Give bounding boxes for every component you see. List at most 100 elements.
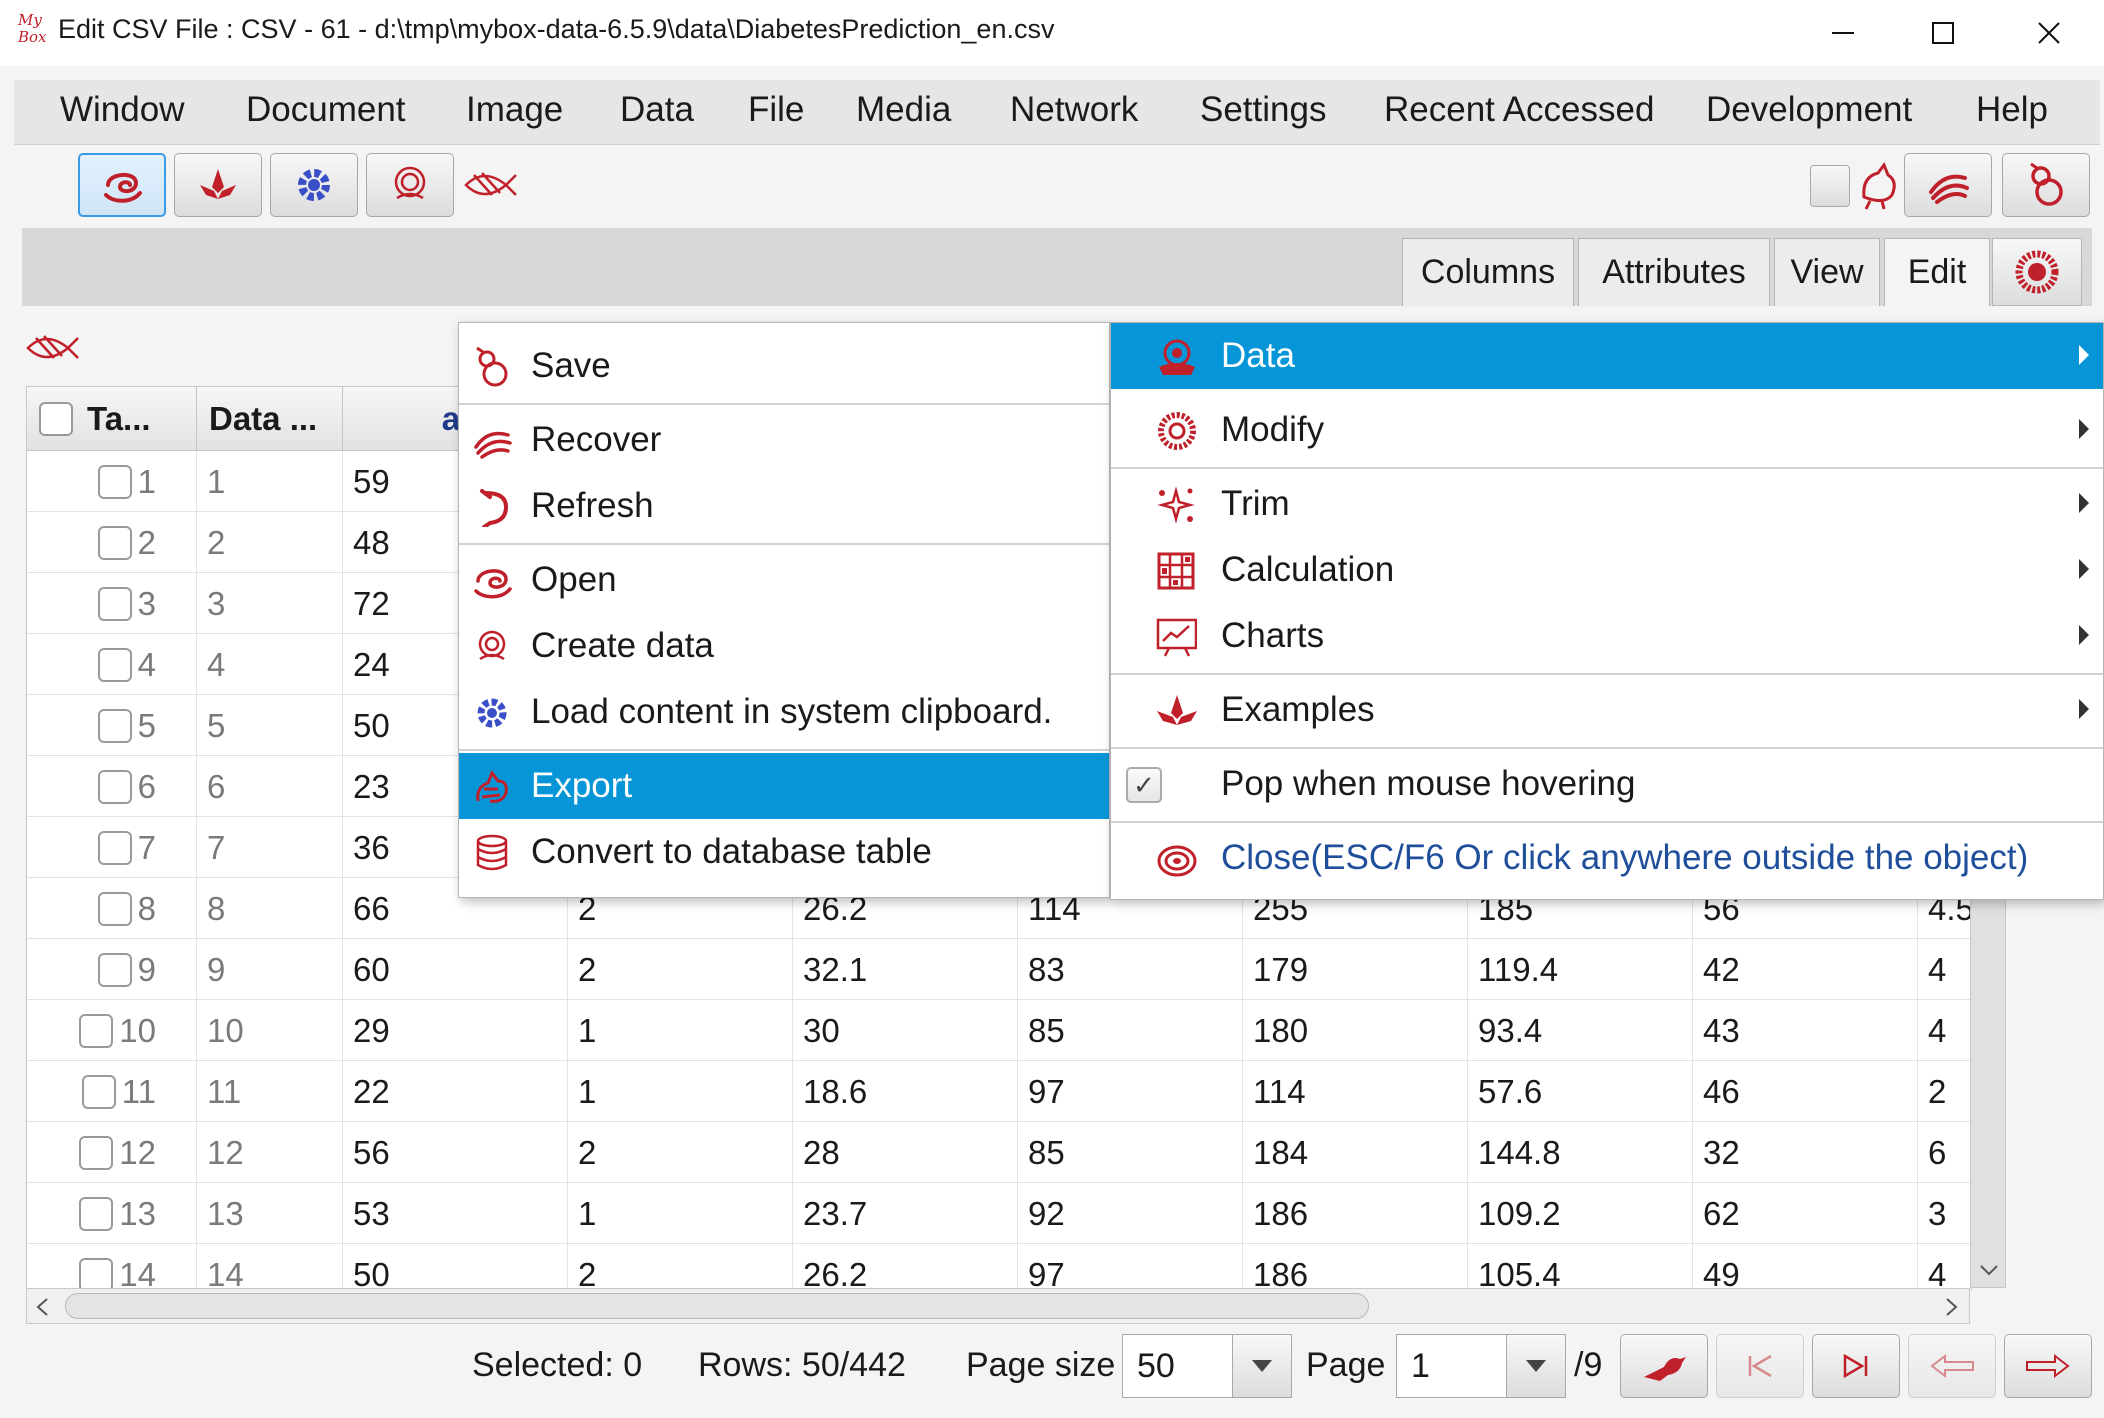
table-cell[interactable]: 2	[568, 1244, 793, 1289]
table-cell[interactable]: 109.2	[1468, 1183, 1693, 1244]
table-cell[interactable]: 46	[1693, 1061, 1918, 1122]
row-index-cell[interactable]: 7	[27, 817, 197, 878]
table-row[interactable]: 14 14 50 2 26.2 97 186 105.4 49 4	[27, 1244, 1971, 1290]
table-cell[interactable]: 50	[343, 1244, 568, 1289]
table-cell[interactable]: 7	[197, 817, 343, 878]
table-cell[interactable]: 53	[343, 1183, 568, 1244]
table-cell[interactable]: 10	[197, 1000, 343, 1061]
menu-item-create-data[interactable]: Create data	[459, 613, 1109, 679]
table-cell[interactable]: 186	[1243, 1244, 1468, 1289]
table-cell[interactable]: 49	[1693, 1244, 1918, 1289]
page-number-select[interactable]: 1	[1396, 1334, 1508, 1398]
row-index-cell[interactable]: 5	[27, 695, 197, 756]
scrollbar-thumb[interactable]	[65, 1293, 1369, 1319]
table-row[interactable]: 9 9 60 2 32.1 83 179 119.4 42 4	[27, 939, 1971, 1000]
menu-settings[interactable]: Settings	[1200, 90, 1326, 130]
chevron-down-icon[interactable]	[1979, 1263, 1999, 1277]
table-cell[interactable]: 85	[1018, 1122, 1243, 1183]
checkbox-icon[interactable]: ✓	[1123, 764, 1165, 806]
row-index-cell[interactable]: 1	[27, 451, 197, 512]
next-page-button[interactable]	[2004, 1334, 2092, 1398]
menu-development[interactable]: Development	[1706, 90, 1912, 130]
tab-columns[interactable]: Columns	[1402, 238, 1574, 306]
table-cell[interactable]: 30	[793, 1000, 1018, 1061]
table-row[interactable]: 13 13 53 1 23.7 92 186 109.2 62 3	[27, 1183, 1971, 1244]
table-cell[interactable]: 3	[1918, 1183, 1971, 1244]
maximize-button[interactable]	[1898, 8, 1988, 58]
table-cell[interactable]: 2	[568, 1122, 793, 1183]
table-cell[interactable]: 6	[197, 756, 343, 817]
menu-recent[interactable]: Recent Accessed	[1384, 90, 1654, 130]
submenu-item-calculation[interactable]: Calculation	[1111, 537, 2103, 603]
menu-item-recover[interactable]: Recover	[459, 407, 1109, 473]
table-cell[interactable]: 3	[197, 573, 343, 634]
tab-attributes[interactable]: Attributes	[1578, 238, 1770, 306]
row-checkbox[interactable]	[97, 891, 132, 926]
table-cell[interactable]: 1	[568, 1000, 793, 1061]
submenu-item-examples[interactable]: Examples	[1111, 677, 2103, 743]
menu-item-save[interactable]: Save	[459, 333, 1109, 399]
row-index-cell[interactable]: 11	[27, 1061, 197, 1122]
table-cell[interactable]: 13	[197, 1183, 343, 1244]
table-cell[interactable]: 93.4	[1468, 1000, 1693, 1061]
table-cell[interactable]: 18.6	[793, 1061, 1018, 1122]
horizontal-scrollbar[interactable]	[26, 1288, 1970, 1324]
table-cell[interactable]: 180	[1243, 1000, 1468, 1061]
row-checkbox[interactable]	[97, 830, 132, 865]
table-cell[interactable]: 26.2	[793, 1244, 1018, 1289]
column-header-data-row[interactable]: Data ...	[197, 387, 343, 451]
menu-item-load-clipboard[interactable]: Load content in system clipboard.	[459, 679, 1109, 745]
table-cell[interactable]: 2	[197, 512, 343, 573]
table-cell[interactable]: 11	[197, 1061, 343, 1122]
fish-icon[interactable]	[24, 326, 80, 375]
table-cell[interactable]: 42	[1693, 939, 1918, 1000]
fish-icon[interactable]	[462, 165, 518, 210]
menu-item-open[interactable]: Open	[459, 547, 1109, 613]
menu-media[interactable]: Media	[856, 90, 951, 130]
table-cell[interactable]: 114	[1243, 1061, 1468, 1122]
menu-image[interactable]: Image	[466, 90, 563, 130]
table-row[interactable]: 10 10 29 1 30 85 180 93.4 43 4	[27, 1000, 1971, 1061]
table-cell[interactable]: 32	[1693, 1122, 1918, 1183]
toolbar-examples-button[interactable]	[174, 153, 262, 217]
table-cell[interactable]: 14	[197, 1244, 343, 1289]
table-cell[interactable]: 60	[343, 939, 568, 1000]
table-cell[interactable]: 1	[568, 1061, 793, 1122]
table-cell[interactable]: 144.8	[1468, 1122, 1693, 1183]
previous-page-button[interactable]	[1908, 1334, 1996, 1398]
table-cell[interactable]: 56	[343, 1122, 568, 1183]
table-cell[interactable]: 2	[1918, 1061, 1971, 1122]
toolbar-create-button[interactable]	[366, 153, 454, 217]
row-checkbox[interactable]	[97, 769, 132, 804]
table-cell[interactable]: 32.1	[793, 939, 1018, 1000]
table-cell[interactable]: 97	[1018, 1061, 1243, 1122]
row-index-cell[interactable]: 10	[27, 1000, 197, 1061]
table-cell[interactable]: 4	[1918, 1244, 1971, 1290]
row-checkbox[interactable]	[97, 464, 132, 499]
table-cell[interactable]: 9	[197, 939, 343, 1000]
row-checkbox[interactable]	[79, 1257, 114, 1289]
toolbar-settings-button[interactable]	[270, 153, 358, 217]
go-page-button[interactable]	[1620, 1334, 1708, 1398]
menu-item-export[interactable]: Export	[459, 753, 1109, 819]
table-cell[interactable]: 179	[1243, 939, 1468, 1000]
row-checkbox[interactable]	[97, 525, 132, 560]
table-cell[interactable]: 186	[1243, 1183, 1468, 1244]
menu-file[interactable]: File	[748, 90, 804, 130]
table-cell[interactable]: 2	[568, 939, 793, 1000]
rooster-icon[interactable]	[1854, 161, 1900, 216]
row-index-cell[interactable]: 4	[27, 634, 197, 695]
table-cell[interactable]: 6	[1918, 1122, 1971, 1183]
submenu-item-data[interactable]: Data	[1111, 323, 2103, 389]
row-checkbox[interactable]	[97, 586, 132, 621]
tab-edit[interactable]: Edit	[1884, 238, 1990, 306]
close-window-button[interactable]	[2004, 8, 2094, 58]
table-cell[interactable]: 4	[1918, 939, 1971, 1000]
submenu-item-trim[interactable]: Trim	[1111, 471, 2103, 537]
column-header-table-index[interactable]: Ta...	[27, 387, 197, 451]
select-all-checkbox[interactable]	[39, 401, 73, 436]
table-cell[interactable]: 184	[1243, 1122, 1468, 1183]
table-cell[interactable]: 119.4	[1468, 939, 1693, 1000]
table-row[interactable]: 12 12 56 2 28 85 184 144.8 32 6	[27, 1122, 1971, 1183]
table-cell[interactable]: 4	[197, 634, 343, 695]
